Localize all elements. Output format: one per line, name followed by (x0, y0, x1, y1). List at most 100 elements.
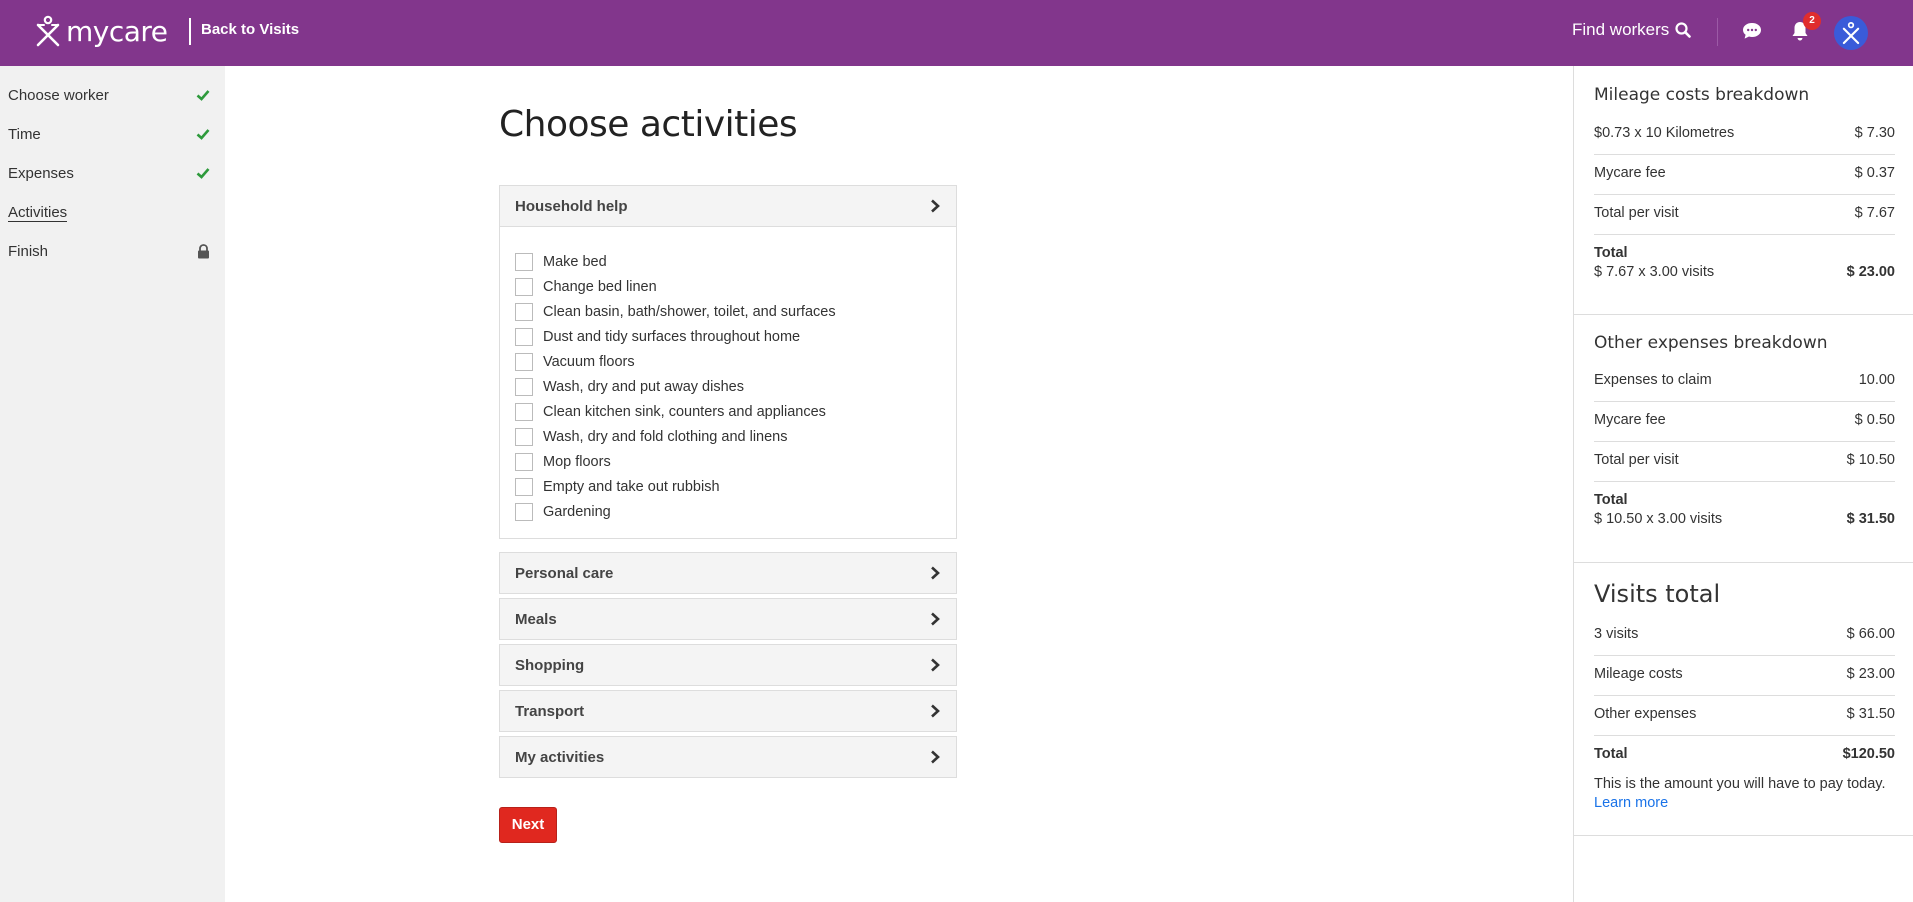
payment-note-text: This is the amount you will have to pay … (1594, 776, 1886, 792)
other-expenses-row: Other expenses $ 31.50 (1594, 706, 1895, 722)
activity-option[interactable]: Change bed linen (515, 274, 941, 299)
chat-icon[interactable] (1742, 22, 1762, 40)
row-label: Mycare fee (1594, 165, 1666, 181)
expenses-claim-row: Expenses to claim 10.00 (1594, 372, 1895, 388)
row-value: $ 31.50 (1846, 511, 1895, 527)
step-expenses[interactable]: Expenses (8, 165, 210, 187)
user-avatar[interactable] (1834, 16, 1868, 50)
activity-option[interactable]: Clean basin, bath/shower, toilet, and su… (515, 299, 941, 324)
step-choose-worker[interactable]: Choose worker (8, 87, 210, 109)
checkbox[interactable] (515, 377, 533, 396)
activity-label: Clean basin, bath/shower, toilet, and su… (543, 303, 836, 320)
mileage-per-visit-row: Total per visit $ 7.67 (1594, 205, 1895, 221)
activity-option[interactable]: Wash, dry and fold clothing and linens (515, 424, 941, 449)
accordion-header[interactable]: Personal care (500, 553, 956, 593)
progress-sidebar: Choose worker Time Expenses Activities F… (0, 66, 225, 902)
notification-count-badge: 2 (1803, 12, 1821, 30)
activity-label: Empty and take out rubbish (543, 478, 720, 495)
divider (1594, 481, 1895, 482)
accordion-shopping[interactable]: Shopping (499, 644, 957, 686)
activity-label: Make bed (543, 253, 607, 270)
activity-option[interactable]: Clean kitchen sink, counters and applian… (515, 399, 941, 424)
user-avatar-icon (1842, 21, 1860, 45)
mileage-total-label: Total (1594, 245, 1895, 261)
step-label: Finish (8, 243, 49, 260)
chevron-right-icon (931, 612, 940, 626)
divider (1594, 735, 1895, 736)
activity-option[interactable]: Dust and tidy surfaces throughout home (515, 324, 941, 349)
accordion-my-activities[interactable]: My activities (499, 736, 957, 778)
mycare-logo[interactable]: mycare (34, 13, 168, 49)
header-separator (1717, 18, 1718, 46)
checkbox[interactable] (515, 277, 533, 296)
row-label: $ 7.67 x 3.00 visits (1594, 264, 1715, 280)
divider (1594, 441, 1895, 442)
activity-label: Wash, dry and fold clothing and linens (543, 428, 788, 445)
checkbox[interactable] (515, 302, 533, 321)
accordion-transport[interactable]: Transport (499, 690, 957, 732)
section-title: Other expenses breakdown (1594, 333, 1828, 353)
checkbox[interactable] (515, 477, 533, 496)
checkbox[interactable] (515, 427, 533, 446)
activity-label: Wash, dry and put away dishes (543, 378, 744, 395)
activity-option[interactable]: Mop floors (515, 449, 941, 474)
activity-option[interactable]: Wash, dry and put away dishes (515, 374, 941, 399)
page-title: Choose activities (499, 104, 798, 145)
accordion-header[interactable]: Household help (500, 186, 956, 226)
accordion-body: Make bed Change bed linen Clean basin, b… (500, 226, 956, 538)
row-value: 10.00 (1858, 372, 1895, 388)
accordion-label: Meals (515, 610, 557, 628)
accordion-header[interactable]: My activities (500, 737, 956, 777)
find-workers-link[interactable]: Find workers (1572, 20, 1692, 40)
cost-summary-panel: Mileage costs breakdown $0.73 x 10 Kilom… (1573, 66, 1913, 902)
accordion-header[interactable]: Shopping (500, 645, 956, 685)
row-value: $ 0.37 (1854, 165, 1895, 181)
activity-option[interactable]: Gardening (515, 499, 941, 524)
checkbox[interactable] (515, 452, 533, 471)
next-button[interactable]: Next (499, 807, 557, 843)
step-label: Expenses (8, 165, 74, 182)
divider (1594, 695, 1895, 696)
chevron-right-icon (931, 566, 940, 580)
divider (1594, 655, 1895, 656)
row-label: 3 visits (1594, 626, 1639, 642)
other-expenses-section: Other expenses breakdown Expenses to cla… (1574, 315, 1913, 563)
mycare-logo-icon (36, 15, 60, 47)
activity-option[interactable]: Vacuum floors (515, 349, 941, 374)
checkbox[interactable] (515, 327, 533, 346)
row-value: $ 7.67 (1854, 205, 1895, 221)
accordion-personal-care[interactable]: Personal care (499, 552, 957, 594)
row-label: $ 10.50 x 3.00 visits (1594, 511, 1723, 527)
payment-note: This is the amount you will have to pay … (1594, 775, 1904, 813)
row-value: $ 31.50 (1846, 706, 1895, 722)
visits-total-section: Visits total 3 visits $ 66.00 Mileage cos… (1574, 563, 1913, 836)
activity-label: Vacuum floors (543, 353, 635, 370)
checkbox[interactable] (515, 252, 533, 271)
visits-row: 3 visits $ 66.00 (1594, 626, 1895, 642)
step-label: Activities (8, 204, 68, 222)
checkbox[interactable] (515, 402, 533, 421)
divider (1594, 154, 1895, 155)
back-to-visits-link[interactable]: Back to Visits (201, 21, 299, 38)
accordion-meals[interactable]: Meals (499, 598, 957, 640)
accordion-household-help[interactable]: Household help Make bed Change bed linen… (499, 185, 957, 539)
accordion-header[interactable]: Transport (500, 691, 956, 731)
checkbox[interactable] (515, 502, 533, 521)
chevron-right-icon (931, 704, 940, 718)
row-label: Total per visit (1594, 452, 1679, 468)
row-label: Other expenses (1594, 706, 1697, 722)
step-activities[interactable]: Activities (8, 204, 210, 226)
step-label: Choose worker (8, 87, 109, 104)
learn-more-link[interactable]: Learn more (1594, 795, 1668, 811)
chevron-right-icon (931, 750, 940, 764)
accordion-header[interactable]: Meals (500, 599, 956, 639)
row-value: $ 0.50 (1854, 412, 1895, 428)
mileage-total-row: $ 7.67 x 3.00 visits $ 23.00 (1594, 264, 1895, 280)
activity-option[interactable]: Empty and take out rubbish (515, 474, 941, 499)
step-time[interactable]: Time (8, 126, 210, 148)
checkbox[interactable] (515, 352, 533, 371)
row-value: $ 10.50 (1846, 452, 1895, 468)
activity-option[interactable]: Make bed (515, 249, 941, 274)
row-value: $ 23.00 (1846, 264, 1895, 280)
row-label: Mycare fee (1594, 412, 1666, 428)
